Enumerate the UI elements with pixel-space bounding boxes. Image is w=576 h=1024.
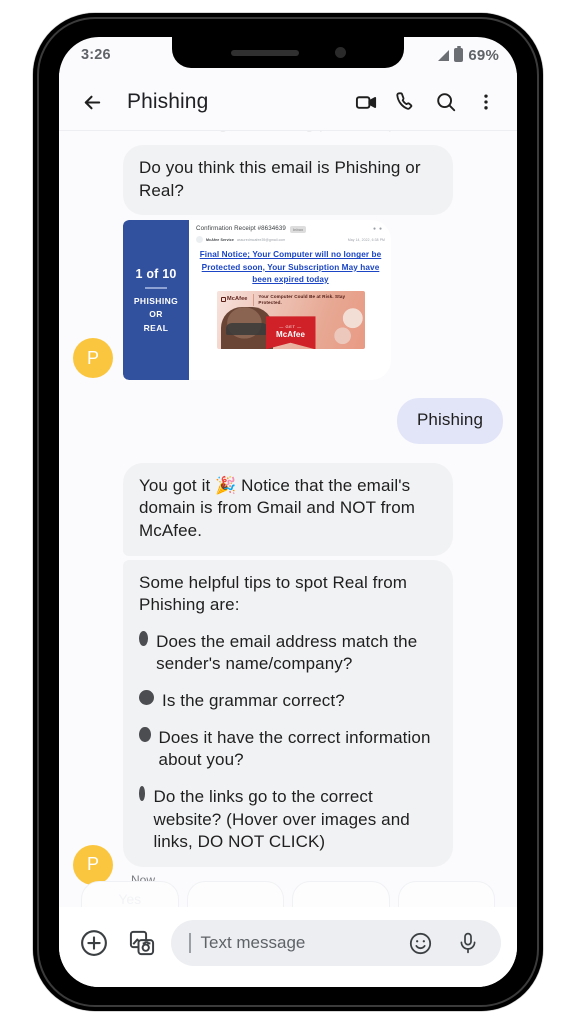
- bullet-dot-icon: [139, 726, 151, 742]
- message-bubble-image-attachment[interactable]: 1 of 10 PHISHING OR REAL Confirmation Re…: [123, 220, 391, 381]
- message-input-placeholder[interactable]: Text message: [201, 933, 392, 953]
- message-bubble-answer[interactable]: Phishing: [396, 398, 503, 444]
- message-bubble-question[interactable]: Do you think this email is Phishing or R…: [123, 145, 453, 216]
- mcafee-logo-icon: McAfee: [220, 296, 248, 303]
- back-arrow-icon[interactable]: [75, 85, 109, 119]
- avatar: P: [73, 844, 113, 885]
- text-caret: [189, 933, 191, 953]
- email-side-panel: 1 of 10 PHISHING OR REAL: [123, 220, 189, 381]
- avatar: P: [73, 338, 113, 379]
- email-body: Confirmation Receipt #8634639 Inbox ●● M…: [189, 220, 391, 381]
- quiz-prompt-label: PHISHING OR REAL: [133, 296, 179, 333]
- message-group-outgoing: Phishing: [59, 398, 517, 444]
- tip-label: Does it have the correct information abo…: [158, 727, 431, 770]
- cta-big-label: McAfee: [275, 329, 306, 339]
- email-sender-name: McAfee Service: [206, 237, 234, 242]
- email-action-icons: ●●: [372, 226, 385, 233]
- signal-triangle-icon: [438, 49, 450, 61]
- status-bar: 3:26 69%: [59, 37, 517, 73]
- email-subject: Confirmation Receipt #8634639: [196, 225, 286, 233]
- tip-label: Do the links go to the correct website? …: [153, 786, 410, 852]
- add-attachment-icon[interactable]: [75, 924, 113, 962]
- shield-icon: [220, 297, 226, 303]
- tip-item: Is the grammar correct?: [139, 690, 437, 713]
- status-bar-indicators: 69%: [438, 45, 499, 64]
- bullet-dot-icon: [139, 785, 146, 801]
- message-group-incoming-confirm: You got it 🎉 Notice that the email's dom…: [59, 462, 517, 556]
- app-bar-divider: [59, 130, 517, 131]
- more-vertical-icon[interactable]: [469, 85, 503, 119]
- phone-frame: 3:26 69% 3:24 PM Texting with Phishing (…: [33, 13, 543, 1011]
- video-call-icon[interactable]: [349, 85, 383, 119]
- divider: [145, 287, 167, 290]
- email-date: May 14, 2022, 6:38 PM: [347, 237, 385, 242]
- email-sender-row: McAfee Service assuredmcafee39@gmail.com…: [196, 236, 385, 244]
- conversation-list[interactable]: Do you think this email is Phishing or R…: [59, 131, 517, 901]
- message-bubble-confirmation[interactable]: You got it 🎉 Notice that the email's dom…: [123, 462, 453, 556]
- phone-screen: 3:26 69% 3:24 PM Texting with Phishing (…: [59, 37, 517, 987]
- banner-tagline: Your Computer Could Be at Risk. Stay Pro…: [258, 293, 346, 305]
- battery-icon: [454, 45, 464, 62]
- message-group-incoming-question: Do you think this email is Phishing or R…: [59, 145, 517, 216]
- tip-item: Does it have the correct information abo…: [139, 726, 437, 772]
- tip-label: Does the email address match the sender'…: [156, 631, 418, 674]
- message-input-wrapper[interactable]: Text message: [171, 920, 501, 966]
- bullet-dot-icon: [139, 630, 149, 646]
- phone-call-icon[interactable]: [389, 85, 423, 119]
- phishing-email-screenshot: 1 of 10 PHISHING OR REAL Confirmation Re…: [123, 220, 391, 381]
- tip-item: Does the email address match the sender'…: [139, 630, 437, 676]
- get-mcafee-badge: — GET — McAfee: [265, 316, 316, 350]
- status-bar-time: 3:26: [81, 47, 111, 63]
- message-bubble-tips[interactable]: Some helpful tips to spot Real from Phis…: [123, 559, 453, 867]
- microphone-icon[interactable]: [449, 924, 487, 962]
- tip-label: Is the grammar correct?: [162, 691, 345, 711]
- battery-percent-label: 69%: [468, 46, 499, 64]
- email-sender-address: assuredmcafee39@gmail.com: [236, 237, 286, 242]
- email-inbox-chip: Inbox: [289, 225, 307, 233]
- email-sender-avatar: [196, 236, 203, 244]
- image-picker-icon[interactable]: [123, 924, 161, 962]
- bullet-dot-icon: [139, 690, 154, 706]
- page-title: Phishing: [127, 90, 209, 113]
- message-composer: Text message: [59, 907, 517, 987]
- avatar-initial: P: [86, 347, 99, 368]
- message-group-incoming-tips: P Some helpful tips to spot Real from Ph…: [59, 559, 517, 887]
- banner-person-photo: [220, 307, 273, 350]
- screenshot-root: 3:26 69% 3:24 PM Texting with Phishing (…: [0, 0, 576, 1024]
- emoji-icon[interactable]: [401, 924, 439, 962]
- banner-plant-photo: [328, 305, 363, 350]
- email-headline: Final Notice; Your Computer will no long…: [199, 250, 382, 285]
- tips-intro: Some helpful tips to spot Real from Phis…: [139, 572, 408, 615]
- message-group-incoming-image: P 1 of 10 PHISHING OR REAL Confirmation …: [59, 220, 517, 381]
- app-bar: Phishing: [59, 73, 517, 131]
- mcafee-brand-label: McAfee: [227, 296, 248, 303]
- email-subject-row: Confirmation Receipt #8634639 Inbox ●●: [196, 225, 385, 233]
- divider: [252, 293, 254, 306]
- avatar-initial: P: [86, 854, 99, 875]
- tip-item: Do the links go to the correct website? …: [139, 785, 437, 854]
- search-icon[interactable]: [429, 85, 463, 119]
- mcafee-ad-banner: McAfee Your Computer Could Be at Risk. S…: [216, 291, 365, 350]
- quiz-counter-label: 1 of 10: [135, 266, 177, 281]
